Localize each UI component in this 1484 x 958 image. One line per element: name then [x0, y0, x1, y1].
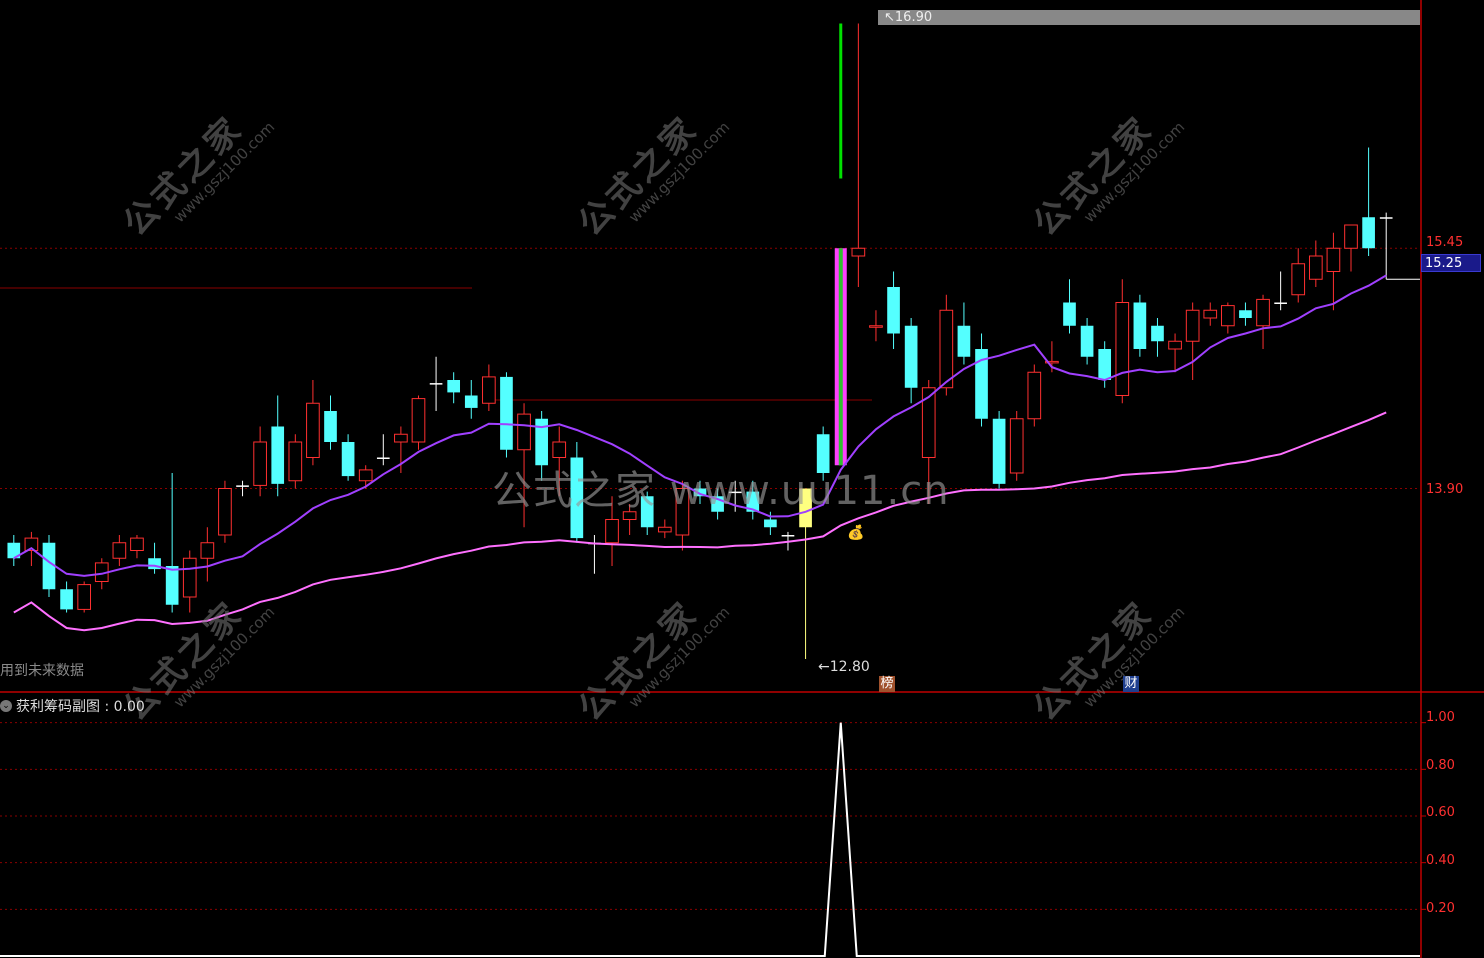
candle-body	[236, 485, 249, 487]
sub-tick: 0.60	[1426, 805, 1455, 820]
low-price-label: ←12.80	[818, 659, 870, 675]
candlestick-chart[interactable]	[0, 0, 1484, 958]
candle-body	[253, 441, 267, 486]
candle-body	[1362, 217, 1375, 249]
candle-body	[411, 398, 426, 443]
current-price-tag: 15.25	[1421, 254, 1481, 272]
sub-chart-title[interactable]: ⌄ 获利筹码副图 : 0.00	[0, 696, 145, 716]
candle-body	[271, 426, 285, 484]
candle-body	[1133, 302, 1147, 349]
candle-body	[764, 519, 777, 528]
candle-body	[921, 387, 936, 458]
sub-tick: 1.00	[1426, 710, 1455, 725]
candle-body	[1009, 418, 1024, 474]
candle-body	[77, 584, 92, 610]
candles	[7, 23, 1420, 659]
candle-body	[376, 457, 390, 459]
candle-body	[1256, 298, 1270, 327]
candle-body	[165, 566, 179, 605]
candle-body	[1027, 371, 1042, 420]
candle-body	[182, 557, 197, 598]
candle-body	[288, 441, 303, 482]
candle-body	[816, 434, 830, 473]
candle-body	[1098, 349, 1112, 380]
price-tick: 15.45	[1426, 235, 1464, 250]
candle-body	[482, 376, 496, 404]
candle-body-inner	[838, 248, 843, 466]
sub-tick: 0.40	[1426, 853, 1455, 868]
chart-grid	[0, 0, 1484, 958]
candle-body	[605, 519, 619, 544]
candle-body	[1274, 302, 1287, 304]
sub-tick: 0.20	[1426, 901, 1455, 916]
sub-signal-line	[0, 722, 1420, 957]
candle-body	[570, 457, 584, 539]
candle-body	[939, 309, 954, 389]
candle-body	[781, 535, 795, 537]
candle-body	[394, 433, 408, 443]
future-data-note: 用到未来数据	[0, 663, 84, 679]
candle-body	[1080, 325, 1094, 357]
candle-body	[851, 247, 866, 257]
candle-body	[622, 511, 637, 520]
candle-body	[869, 325, 883, 328]
candle-body	[341, 442, 355, 477]
candle-body	[306, 402, 320, 458]
collapse-icon[interactable]: ⌄	[0, 700, 12, 712]
candle-body	[429, 383, 443, 385]
candle-body	[1115, 302, 1130, 396]
candle-body	[1151, 325, 1164, 342]
candle-body	[1239, 310, 1252, 318]
candle-body	[657, 526, 672, 533]
money-bag-icon[interactable]: 💰	[847, 525, 864, 541]
candle-body	[517, 413, 531, 451]
sub-chart	[0, 722, 1420, 957]
candle-body	[1326, 247, 1341, 272]
candle-body	[675, 488, 690, 536]
candle-body	[957, 325, 971, 357]
candle-body	[218, 488, 232, 536]
candle-body	[130, 537, 144, 551]
moving-averages	[13, 274, 1387, 632]
candle-body	[1168, 340, 1182, 350]
candle-body	[324, 411, 337, 442]
candle-body	[640, 496, 654, 528]
candle-body	[904, 325, 918, 388]
candle-body	[200, 542, 215, 559]
candle-body	[1379, 217, 1393, 219]
bang-badge[interactable]: 榜	[879, 676, 895, 692]
candle-body	[1185, 309, 1200, 342]
high-price-label: ↖16.90	[878, 10, 1420, 25]
candle-body	[500, 376, 513, 450]
candle-body	[1291, 263, 1306, 296]
candle-body	[552, 441, 567, 458]
candle-body	[1063, 302, 1076, 326]
candle-body	[60, 589, 73, 610]
candle-body	[887, 287, 900, 334]
price-tick: 13.90	[1426, 482, 1464, 497]
candle-body	[1203, 309, 1218, 319]
candle-body	[447, 380, 461, 393]
candle-body	[799, 488, 812, 528]
candle-body	[112, 542, 127, 559]
candle-body	[1308, 255, 1323, 280]
sub-tick: 0.80	[1426, 758, 1455, 773]
candle-body	[358, 469, 373, 482]
candle-body	[728, 491, 742, 494]
candle-body	[1221, 305, 1235, 327]
candle-body	[464, 395, 478, 408]
candle-body	[992, 418, 1006, 484]
cai-badge[interactable]: 财	[1123, 676, 1139, 692]
candle-body	[1344, 224, 1358, 249]
